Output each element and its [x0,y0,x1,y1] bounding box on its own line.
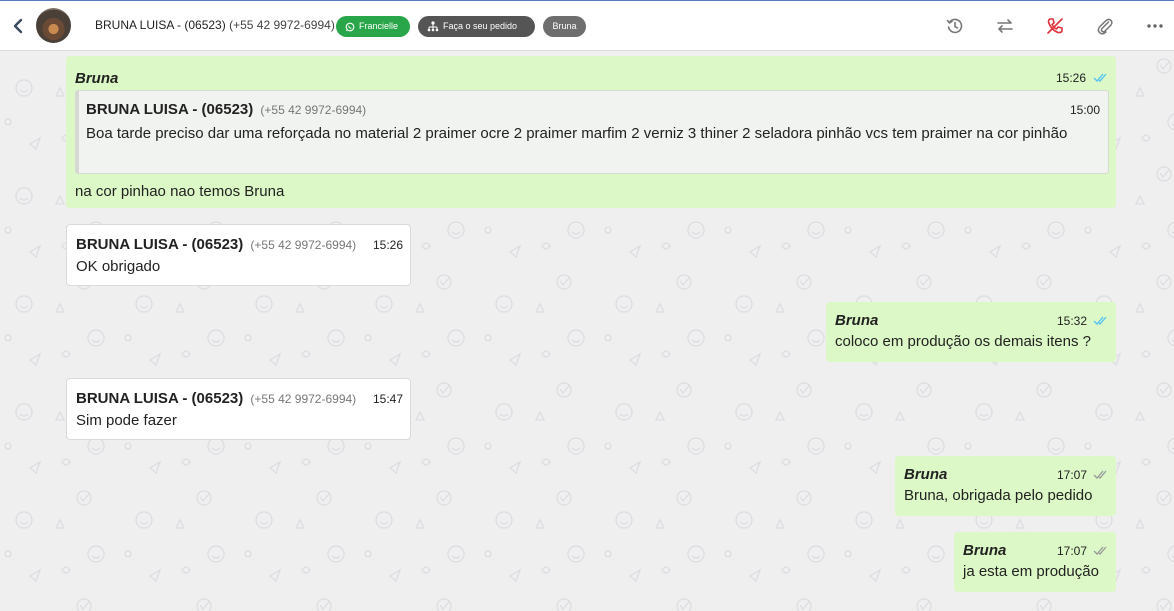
more-options-button[interactable] [1144,15,1166,37]
message-author-phone: (+55 42 9972-6994) [250,392,357,406]
message-author-name: BRUNA LUISA - (06523) [76,390,244,407]
whatsapp-badge-label: Francielle [359,21,399,31]
back-button[interactable] [9,16,27,36]
message-time: 15:26 [1056,71,1087,85]
message-bubble-incoming[interactable]: BRUNA LUISA - (06523) (+55 42 9972-6994)… [66,378,411,440]
quoted-message[interactable]: BRUNA LUISA - (06523) (+55 42 9972-6994)… [75,90,1109,174]
chat-header: BRUNA LUISA - (06523) (+55 42 9972-6994)… [0,1,1174,51]
whatsapp-channel-badge[interactable]: Francielle [336,16,410,37]
message-author-name: BRUNA LUISA - (06523) [76,236,244,253]
message-author: BRUNA LUISA - (06523) (+55 42 9972-6994) [76,236,356,253]
message-time: 17:07 [1057,468,1088,482]
agent-badge-label: Bruna [552,21,577,31]
message-author: Bruna [835,312,879,329]
contact-title[interactable]: BRUNA LUISA - (06523) (+55 42 9972-6994) [95,18,335,32]
whatsapp-icon [345,22,355,31]
history-icon [946,18,963,34]
contact-phone: (+55 42 9972-6994) [229,18,335,32]
message-bubble-outgoing[interactable]: Bruna 15:32 coloco em produção os demais… [826,302,1116,362]
message-bubble-outgoing[interactable]: Bruna 17:07 ja esta em produção [954,532,1116,592]
quoted-text: Boa tarde preciso dar uma reforçada no m… [86,125,1068,142]
hangup-icon [1047,18,1063,34]
contact-avatar[interactable] [36,8,71,43]
quoted-author-phone: (+55 42 9972-6994) [260,103,367,117]
message-time: 15:47 [373,392,404,406]
read-ticks-icon [1093,316,1107,325]
message-text: Sim pode fazer [76,412,177,429]
message-author: BRUNA LUISA - (06523) (+55 42 9972-6994) [76,390,356,407]
contact-name: BRUNA LUISA - (06523) [95,18,226,32]
delivered-ticks-icon [1093,470,1107,479]
message-author-phone: (+55 42 9972-6994) [250,238,357,252]
message-time: 15:32 [1057,314,1088,328]
quoted-author: BRUNA LUISA - (06523) (+55 42 9972-6994) [86,101,366,118]
message-text: OK obrigado [76,258,161,275]
chevron-left-icon [13,18,23,34]
order-flow-badge[interactable]: Faça o seu pedido [418,16,535,37]
message-time: 15:26 [373,238,404,252]
message-text: coloco em produção os demais itens ? [835,333,1091,350]
message-author: Bruna [963,542,1007,559]
paperclip-icon [1097,18,1113,35]
order-badge-label: Faça o seu pedido [443,21,518,31]
message-bubble-outgoing[interactable]: Bruna 17:07 Bruna, obrigada pelo pedido [895,456,1116,516]
message-text: Bruna, obrigada pelo pedido [904,487,1093,504]
delivered-ticks-icon [1093,546,1107,555]
transfer-button[interactable] [994,15,1016,37]
message-bubble-incoming[interactable]: BRUNA LUISA - (06523) (+55 42 9972-6994)… [66,224,411,286]
flow-tree-icon [427,21,439,32]
message-bubble-outgoing[interactable]: Bruna 15:26 BRUNA LUISA - (06523) (+55 4… [66,56,1116,208]
quoted-time: 15:00 [1069,103,1100,117]
attach-button[interactable] [1094,15,1116,37]
more-dots-icon [1147,24,1163,28]
agent-badge[interactable]: Bruna [543,16,586,37]
quoted-author-name: BRUNA LUISA - (06523) [86,101,254,118]
transfer-icon [997,19,1013,33]
read-ticks-icon [1093,73,1107,82]
message-text: ja esta em produção [963,563,1099,580]
history-button[interactable] [944,15,966,37]
message-author: Bruna [75,70,119,87]
message-time: 17:07 [1057,544,1088,558]
message-text: na cor pinhao nao temos Bruna [75,183,285,200]
message-author: Bruna [904,466,948,483]
message-list[interactable]: Bruna 15:26 BRUNA LUISA - (06523) (+55 4… [0,52,1174,611]
end-call-button[interactable] [1044,15,1066,37]
